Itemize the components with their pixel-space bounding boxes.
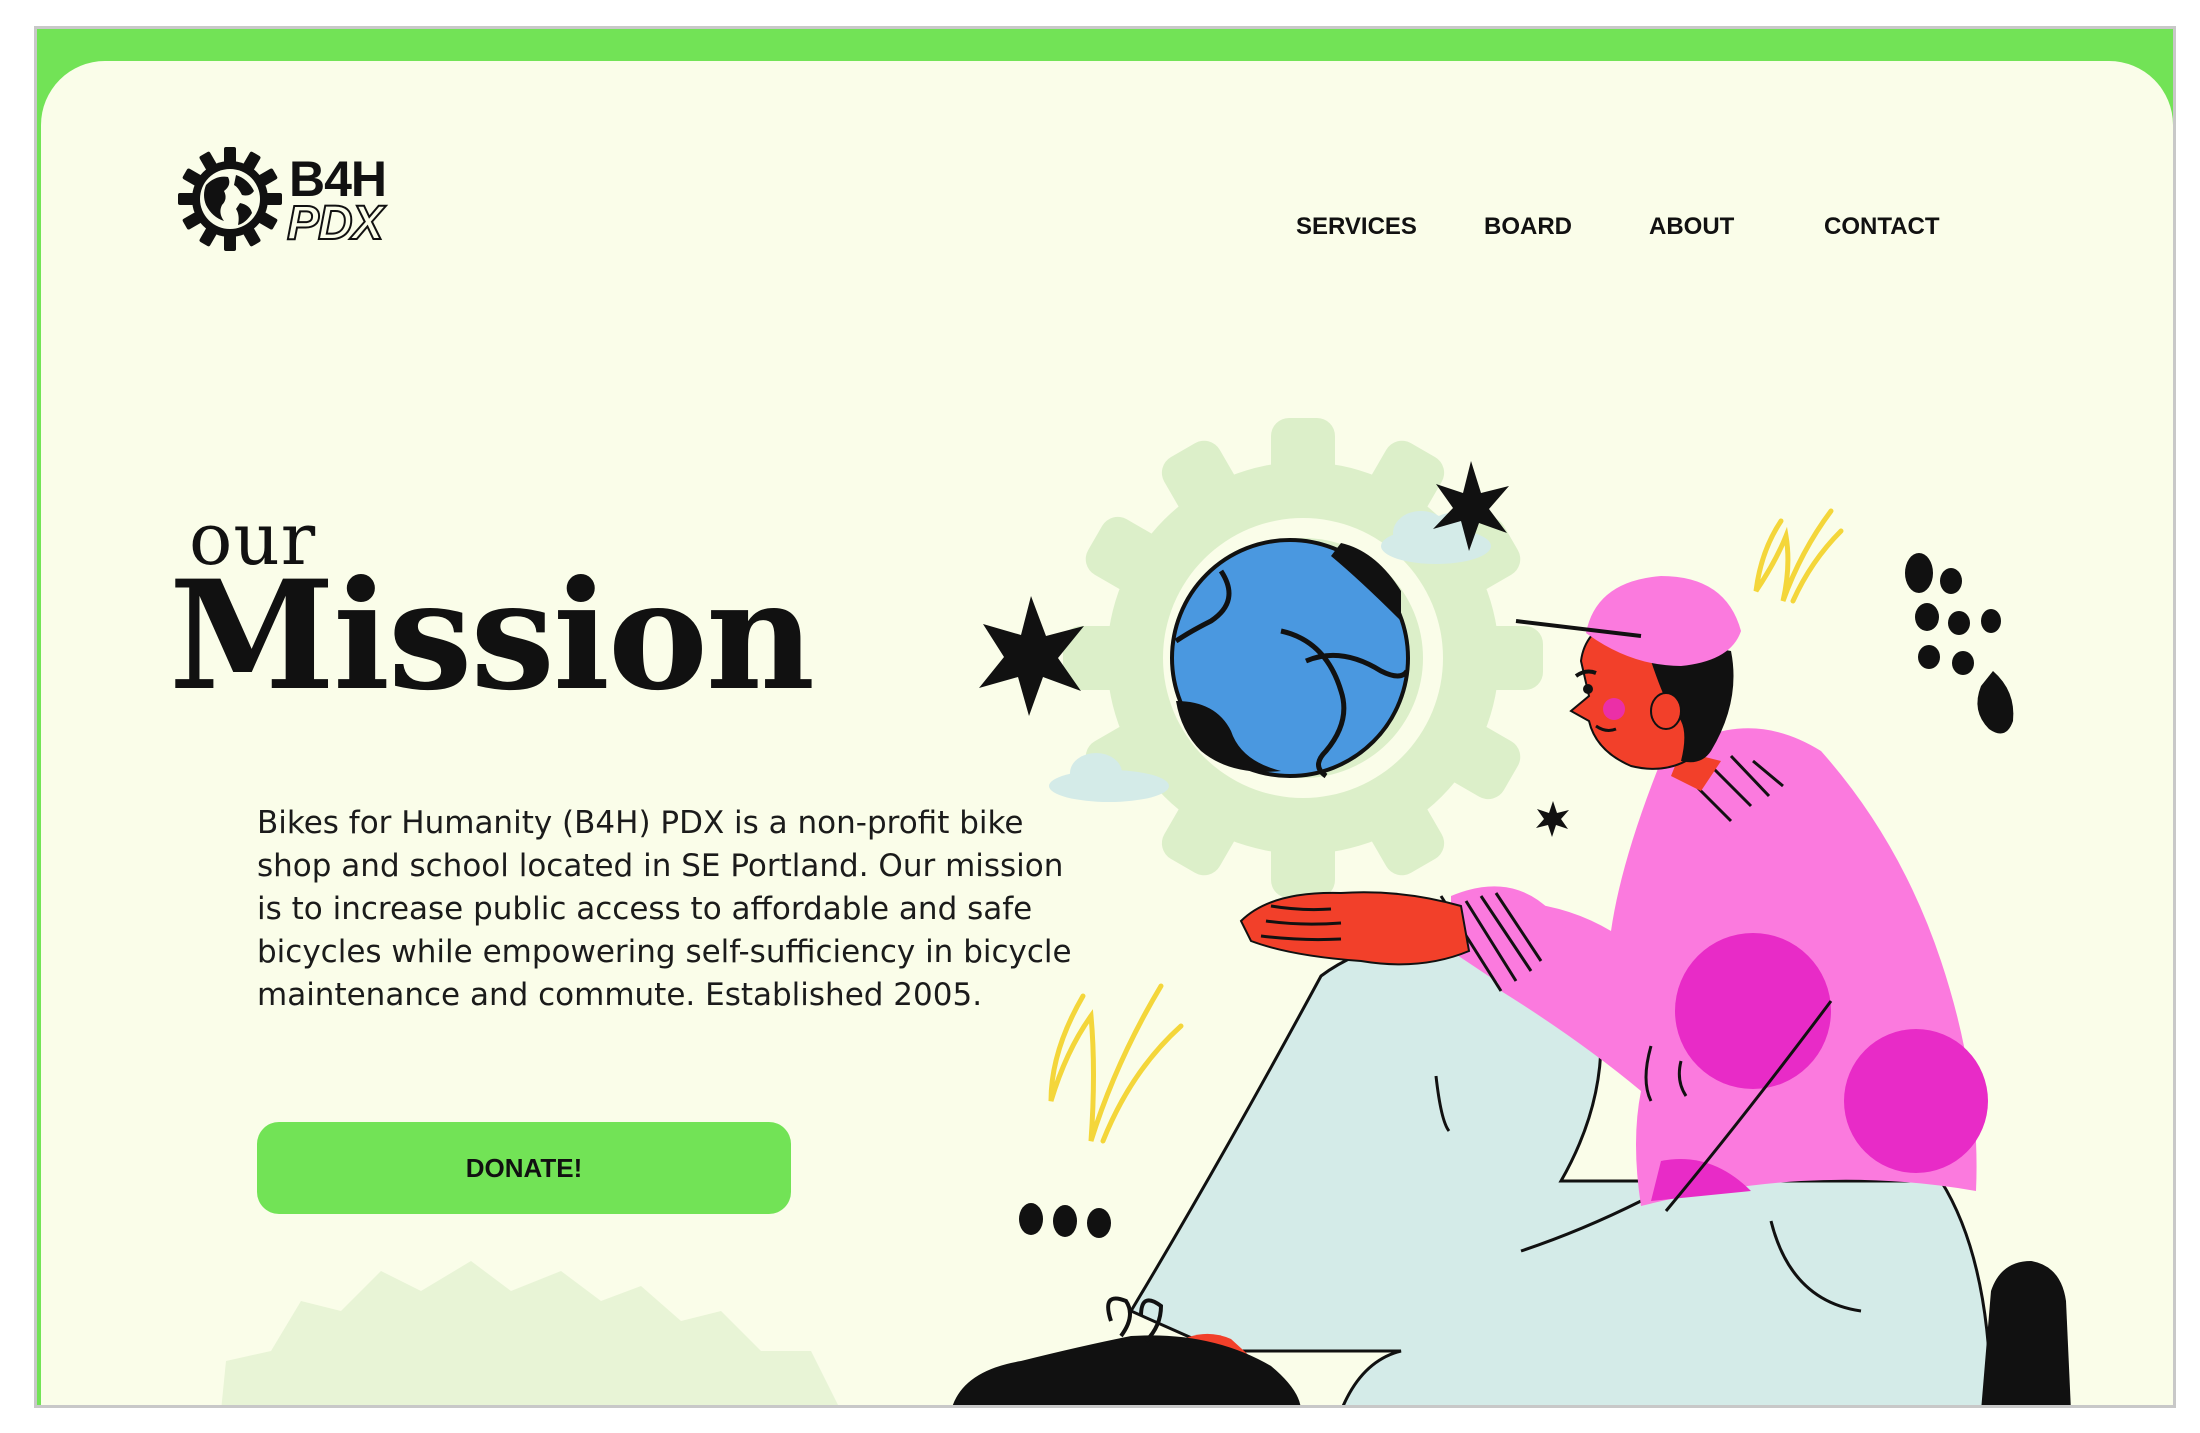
nav-item-about[interactable]: ABOUT — [1649, 213, 1734, 241]
donate-button[interactable]: DONATE! — [257, 1122, 791, 1214]
main-navigation: SERVICES BOARD ABOUT CONTACT — [41, 213, 2173, 253]
dots-icon — [1905, 553, 2014, 734]
browser-frame: B4H PDX SERVICES BOARD ABOUT CONTACT our… — [34, 26, 2176, 1408]
hero-title-large: Mission — [169, 548, 815, 724]
nav-item-services[interactable]: SERVICES — [1296, 213, 1417, 241]
nav-item-contact[interactable]: CONTACT — [1824, 213, 1940, 241]
nav-item-board[interactable]: BOARD — [1484, 213, 1572, 241]
background-gear-bottom-icon — [221, 1261, 838, 1405]
dots-icon — [1019, 1203, 1111, 1238]
globe-icon — [1170, 538, 1410, 779]
mission-paragraph: Bikes for Humanity (B4H) PDX is a non-pr… — [257, 805, 1072, 1013]
landing-page: B4H PDX SERVICES BOARD ABOUT CONTACT our… — [41, 61, 2173, 1405]
